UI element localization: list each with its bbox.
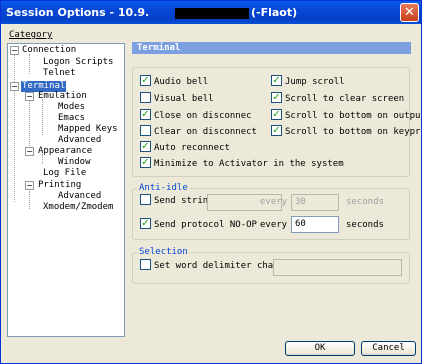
category-label: Category [9,30,53,40]
anti-idle-label: Anti-idle [137,183,190,193]
send-noop-every-label: every [260,220,288,230]
tree-item-printing[interactable]: Printing [38,180,81,191]
tree-line [42,99,43,135]
tree-item-modes[interactable]: Modes [58,102,85,113]
cancel-button[interactable]: Cancel [361,341,416,356]
scroll-clear-checkbox[interactable]: ✓ Scroll to clear screen [271,92,404,106]
scroll-on-keypress-checkbox[interactable]: ✓ Scroll to bottom on keypr [271,125,420,139]
tree-item-xmodem[interactable]: Xmodem/Zmodem [43,202,113,213]
collapse-icon[interactable]: − [25,92,34,101]
check-icon: ✓ [140,157,151,168]
close-icon: ✕ [404,5,415,20]
tree-item-telnet[interactable]: Telnet [43,68,76,79]
window-title-suffix: (-Flaot) [251,6,298,19]
close-button[interactable]: ✕ [400,3,419,22]
check-icon: ✓ [271,92,282,103]
check-icon: ✓ [140,75,151,86]
title-bar[interactable]: Session Options - 10.9. (-Flaot) ✕ [1,1,421,24]
check-icon: ✓ [140,109,151,120]
jump-scroll-checkbox[interactable]: ✓ Jump scroll [271,75,345,89]
send-string-checkbox[interactable]: Send strin [140,194,208,208]
auto-reconnect-checkbox[interactable]: ✓ Auto reconnect [140,141,230,155]
panel-title: Terminal [132,42,411,54]
audio-bell-checkbox[interactable]: ✓ Audio bell [140,75,208,89]
session-options-dialog: Session Options - 10.9. (-Flaot) ✕ Categ… [0,0,422,364]
tree-item-logon-scripts[interactable]: Logon Scripts [43,57,113,68]
word-delimiter-checkbox[interactable]: Set word delimiter chara [140,259,284,273]
tree-line [14,54,15,202]
tree-item-window[interactable]: Window [58,157,91,168]
tree-line [29,191,30,209]
ok-button[interactable]: OK [285,341,355,356]
check-icon: ✓ [271,75,282,86]
tree-item-appearance[interactable]: Appearance [38,146,92,157]
send-noop-seconds-label: seconds [346,220,384,230]
collapse-icon[interactable]: − [10,82,19,91]
tree-item-advanced[interactable]: Advanced [58,135,101,146]
tree-item-connection[interactable]: Connection [22,45,76,56]
minimize-activator-checkbox[interactable]: ✓ Minimize to Activator in the system [140,157,344,171]
collapse-icon[interactable]: − [25,181,34,190]
window-title: Session Options - 10.9. [6,6,150,19]
send-noop-interval-input[interactable]: 60 [291,216,339,233]
close-on-disconnect-checkbox[interactable]: ✓ Close on disconnec [140,109,252,123]
selection-label: Selection [137,247,190,257]
check-icon: ✓ [140,218,151,229]
send-string-every-label: every [260,197,288,207]
check-icon: ✓ [271,109,282,120]
redacted-host [175,8,249,19]
tree-line [29,54,30,74]
clear-on-disconnect-checkbox[interactable]: Clear on disconnect [140,125,257,139]
category-tree[interactable]: − Connection Logon Scripts Telnet − Term… [7,43,125,337]
tree-item-emulation[interactable]: Emulation [38,91,87,102]
send-string-seconds-label: seconds [346,197,384,207]
tree-item-printing-advanced[interactable]: Advanced [58,191,101,202]
collapse-icon[interactable]: − [10,46,19,55]
check-icon: ✓ [140,141,151,152]
visual-bell-checkbox[interactable]: Visual bell [140,92,214,106]
word-delimiter-input[interactable] [273,259,402,276]
send-noop-checkbox[interactable]: ✓ Send protocol NO-OP [140,218,257,232]
tree-item-mapped-keys[interactable]: Mapped Keys [58,124,118,135]
scroll-on-output-checkbox[interactable]: ✓ Scroll to bottom on outpu [271,109,420,123]
send-string-interval-input[interactable]: 30 [291,194,339,211]
tree-item-emacs[interactable]: Emacs [58,113,85,124]
tree-item-log-file[interactable]: Log File [43,168,86,179]
check-icon: ✓ [271,125,282,136]
collapse-icon[interactable]: − [25,147,34,156]
